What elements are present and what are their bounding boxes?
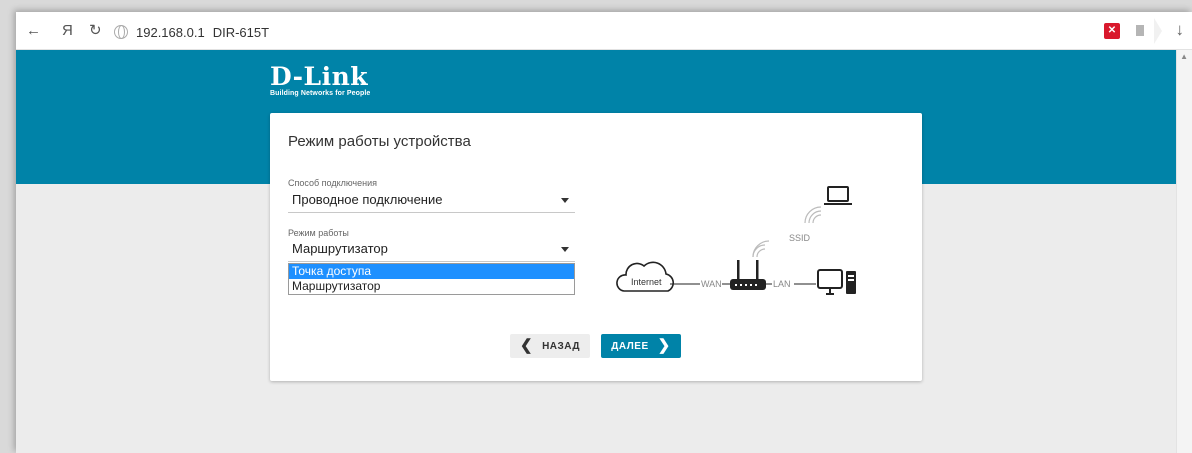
chevron-left-icon: ❮: [519, 337, 534, 354]
connection-select[interactable]: Проводное подключение: [288, 191, 575, 213]
download-icon[interactable]: ↓: [1176, 20, 1185, 40]
dlink-logo: D-Link Building Networks for People: [270, 64, 370, 98]
ssid-label: SSID: [789, 233, 811, 243]
router-page: D-Link Building Networks for People ▲ Ре…: [16, 50, 1192, 453]
globe-icon: [114, 25, 128, 39]
mode-label: Режим работы: [288, 228, 349, 238]
yandex-icon[interactable]: Я: [62, 21, 73, 41]
back-button-label: НАЗАД: [542, 340, 580, 352]
laptop-icon: [824, 186, 852, 205]
option-access-point[interactable]: Точка доступа: [289, 264, 574, 279]
wan-label: WAN: [701, 279, 722, 289]
internet-label: Internet: [631, 277, 662, 287]
card-title: Режим работы устройства: [288, 133, 471, 150]
bookmark-icon[interactable]: [1136, 25, 1144, 36]
connection-value: Проводное подключение: [292, 192, 443, 207]
browser-toolbar: ← Я ↻ 192.168.0.1 DIR-615T ✕ ↓: [16, 12, 1192, 50]
back-arrow-icon[interactable]: ←: [26, 21, 41, 41]
option-router[interactable]: Маршрутизатор: [289, 279, 574, 294]
browser-window: ← Я ↻ 192.168.0.1 DIR-615T ✕ ↓ D-Link Bu…: [16, 12, 1192, 453]
tab-arrow-icon: [1154, 18, 1162, 44]
next-button[interactable]: ДАЛЕЕ ❯: [601, 334, 681, 358]
mode-select[interactable]: Маршрутизатор: [288, 240, 575, 262]
next-button-label: ДАЛЕЕ: [611, 340, 649, 352]
address-host: 192.168.0.1: [136, 24, 205, 40]
desktop-computer-icon: [817, 269, 843, 295]
wizard-card: Режим работы устройства Способ подключен…: [270, 113, 922, 381]
scrollbar[interactable]: ▲: [1176, 50, 1192, 453]
chevron-down-icon: [561, 198, 569, 203]
screenshot-frame: ← Я ↻ 192.168.0.1 DIR-615T ✕ ↓ D-Link Bu…: [0, 0, 1192, 453]
reload-icon[interactable]: ↻: [89, 21, 102, 41]
network-diagram: Internet WAN LAN SSID: [616, 183, 876, 303]
back-button[interactable]: ❮ НАЗАД: [510, 334, 590, 358]
logo-tagline: Building Networks for People: [270, 90, 371, 97]
lan-label: LAN: [773, 279, 791, 289]
chevron-down-icon: [561, 247, 569, 252]
page-title: DIR-615T: [212, 24, 270, 40]
router-wifi-icon: [752, 240, 770, 258]
logo-wordmark: D-Link: [270, 62, 369, 91]
wifi-signal-icon: [804, 206, 822, 224]
extension-icon[interactable]: ✕: [1104, 23, 1120, 39]
chevron-right-icon: ❯: [657, 337, 671, 354]
mode-dropdown: Точка доступа Маршрутизатор: [288, 263, 575, 295]
connection-label: Способ подключения: [288, 178, 377, 188]
scroll-up-icon[interactable]: ▲: [1180, 52, 1188, 61]
mode-value: Маршрутизатор: [292, 241, 388, 256]
address-bar[interactable]: 192.168.0.1 DIR-615T: [114, 22, 269, 42]
